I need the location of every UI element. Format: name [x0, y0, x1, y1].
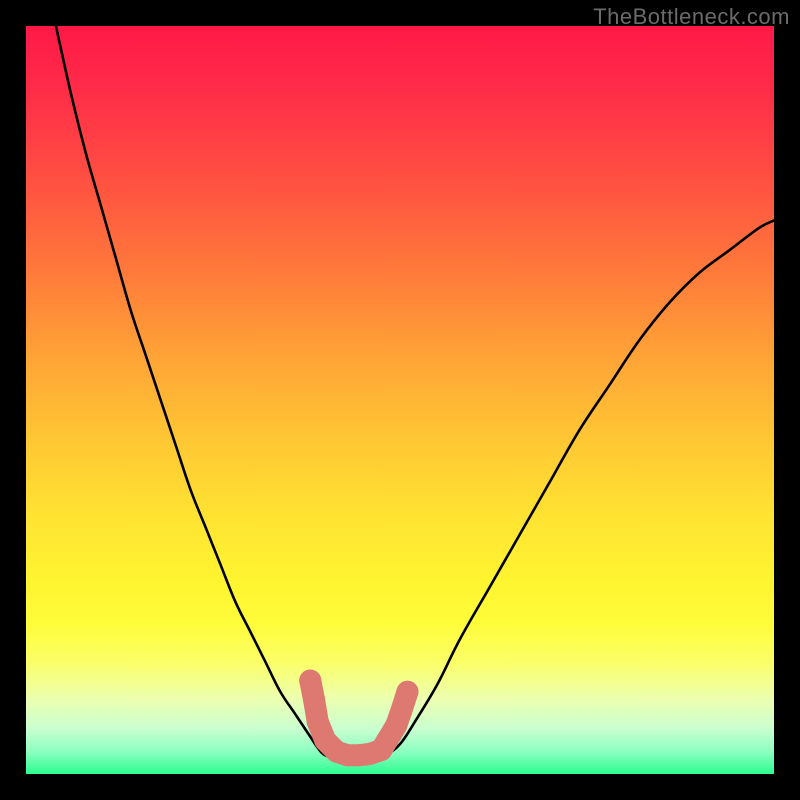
chart-svg	[26, 26, 774, 774]
marker-dot	[303, 688, 325, 710]
marker-dot	[390, 699, 412, 721]
watermark-text: TheBottleneck.com	[593, 4, 790, 30]
marker-dot	[307, 711, 329, 733]
chart-frame: TheBottleneck.com	[0, 0, 800, 800]
marker-dot	[370, 739, 392, 761]
marker-dot	[396, 681, 418, 703]
chart-markers	[299, 670, 418, 767]
bottleneck-curve	[56, 26, 774, 759]
chart-plot-area	[26, 26, 774, 774]
marker-dot	[299, 670, 321, 692]
chart-curves	[56, 26, 774, 759]
